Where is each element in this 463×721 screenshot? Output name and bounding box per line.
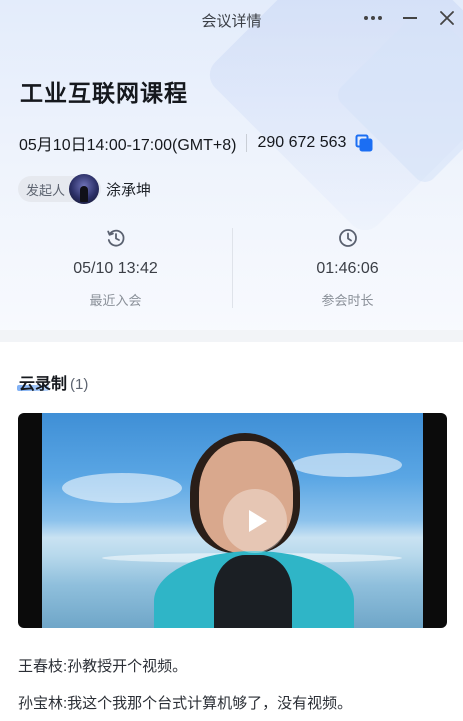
duration-label: 参会时长: [321, 293, 374, 308]
play-icon: [248, 510, 267, 532]
more-button[interactable]: [360, 6, 386, 30]
meeting-title: 工业互联网课程: [20, 80, 188, 106]
title-bar: 会议详情: [0, 0, 463, 36]
meeting-info-row: 05月10日14:00-17:00(GMT+8) 290 672 563: [19, 133, 374, 154]
stat-last-join: 05/10 13:42 最近入会: [0, 226, 231, 310]
last-join-value: 05/10 13:42: [73, 260, 158, 277]
host-name: 涂承坤: [106, 181, 152, 199]
play-button[interactable]: [223, 489, 287, 553]
recordings-count: (1): [70, 376, 89, 393]
host-row: 发起人 涂承坤: [18, 174, 151, 204]
clock-icon: [338, 229, 357, 247]
window-title: 会议详情: [201, 13, 262, 30]
speaker-name: 孙宝林:: [18, 695, 68, 712]
transcript-text: 孙教授开个视频。: [67, 658, 188, 675]
speaker-name: 王春枝:: [18, 658, 68, 675]
duration-value: 01:46:06: [316, 260, 379, 277]
minimize-button[interactable]: [397, 6, 423, 30]
copy-icon[interactable]: [354, 133, 374, 153]
close-icon: [440, 11, 454, 25]
transcript-text: 我这个我那个台式计算机够了，没有视频。: [67, 695, 353, 712]
last-join-label: 最近入会: [89, 293, 142, 308]
close-button[interactable]: [434, 6, 460, 30]
meeting-time: 05月10日14:00-17:00(GMT+8): [19, 137, 237, 154]
divider: [246, 134, 248, 152]
history-icon: [106, 229, 124, 247]
transcript-line: 王春枝:孙教授开个视频。: [18, 655, 448, 675]
recording-video[interactable]: [18, 413, 447, 628]
more-icon: [364, 16, 368, 20]
video-thumbnail: [42, 413, 423, 628]
transcript-line: 孙宝林:我这个我那个台式计算机够了，没有视频。: [18, 692, 448, 712]
meeting-id: 290 672 563: [257, 134, 347, 151]
stat-duration: 01:46:06 参会时长: [232, 226, 463, 310]
recordings-title: 云录制 (1): [19, 370, 88, 394]
section-separator: [0, 330, 463, 342]
transcript: 王春枝:孙教授开个视频。 孙宝林:我这个我那个台式计算机够了，没有视频。: [18, 655, 448, 721]
minimize-icon: [403, 17, 417, 19]
stats-panel: 05/10 13:42 最近入会 01:46:06 参会时长: [0, 226, 463, 310]
avatar[interactable]: [69, 174, 100, 204]
recordings-label: 云录制: [19, 376, 68, 393]
